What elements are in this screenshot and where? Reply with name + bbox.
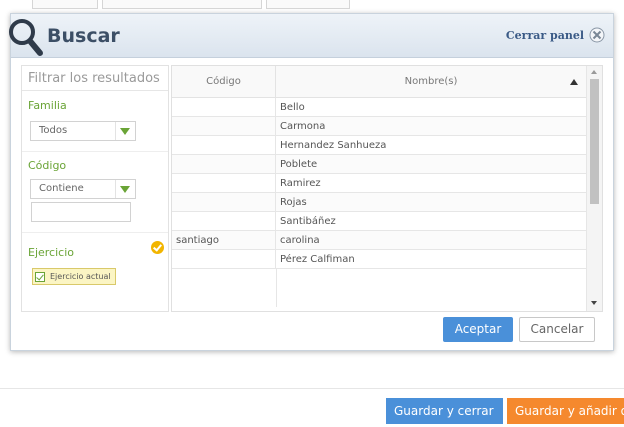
familia-select[interactable]: Todos — [30, 121, 136, 141]
column-header-nombre[interactable]: Nombre(s) — [276, 66, 586, 98]
search-panel: Buscar Cerrar panel Filtrar los resultad… — [9, 13, 614, 351]
save-add-button[interactable]: Guardar y añadir o — [507, 398, 624, 424]
familia-select-value: Todos — [39, 125, 68, 136]
table-row[interactable]: santiago carolina — [172, 231, 586, 250]
close-panel-button[interactable]: Cerrar panel — [506, 26, 605, 44]
cell-codigo — [172, 98, 276, 117]
cell-codigo — [172, 193, 276, 212]
grid-rows: Bello Carmona Hernandez Sanhueza Poblete Ram… — [172, 98, 586, 307]
cancel-button[interactable]: Cancelar — [519, 317, 595, 342]
sort-ascending-icon — [570, 79, 578, 85]
cell-codigo: santiago — [172, 231, 276, 250]
table-row[interactable]: Pérez Calfiman — [172, 250, 586, 269]
table-row[interactable]: Ramirez — [172, 174, 586, 193]
codigo-label: Código — [28, 159, 67, 172]
ejercicio-actual-checkbox[interactable]: Ejercicio actual — [32, 268, 116, 285]
table-row[interactable]: Bello — [172, 98, 586, 117]
cell-nombre: carolina — [280, 235, 320, 246]
cell-codigo — [172, 250, 276, 269]
cell-nombre: Pérez Calfiman — [280, 254, 355, 265]
filter-column: Filtrar los resultados Familia Todos Cód… — [21, 65, 169, 312]
codigo-operator-select[interactable]: Contiene — [30, 179, 136, 199]
close-panel-label: Cerrar panel — [505, 28, 584, 42]
column-header-codigo[interactable]: Código — [172, 66, 276, 98]
chevron-down-icon — [115, 180, 133, 198]
familia-label: Familia — [28, 99, 67, 112]
cell-codigo — [172, 136, 276, 155]
panel-title: Buscar — [47, 25, 120, 47]
table-row[interactable]: Santibáñez — [172, 212, 586, 231]
cell-nombre: Carmona — [280, 121, 326, 132]
table-row[interactable]: Carmona — [172, 117, 586, 136]
filter-title: Filtrar los resultados — [22, 66, 168, 91]
filter-ejercicio: Ejercicio Ejercicio actual — [22, 234, 168, 306]
table-row[interactable]: Hernandez Sanhueza — [172, 136, 586, 155]
save-close-button[interactable]: Guardar y cerrar — [386, 398, 503, 424]
cell-codigo — [172, 117, 276, 136]
column-divider — [276, 269, 277, 307]
grid-empty-space — [172, 269, 586, 307]
results-grid: Código Nombre(s) Bello Carmona Hernandez S… — [171, 65, 603, 312]
checkbox-checked-icon — [35, 271, 45, 282]
cell-codigo — [172, 212, 276, 231]
background-field — [32, 0, 98, 9]
background-page-top — [0, 0, 624, 12]
panel-header: Buscar Cerrar panel — [9, 14, 613, 58]
scroll-thumb[interactable] — [590, 79, 599, 204]
background-field — [266, 0, 350, 9]
table-row[interactable]: Poblete — [172, 155, 586, 174]
ejercicio-actual-label: Ejercicio actual — [50, 272, 111, 281]
cell-nombre: Rojas — [280, 197, 307, 208]
accept-button[interactable]: Aceptar — [443, 317, 513, 342]
background-field — [102, 0, 262, 9]
cell-nombre: Ramirez — [280, 178, 321, 189]
ejercicio-label: Ejercicio — [28, 246, 74, 259]
filter-codigo: Código Contiene — [22, 153, 168, 233]
scroll-up-icon[interactable] — [591, 70, 597, 74]
scroll-down-icon[interactable] — [591, 301, 597, 305]
footer-divider — [0, 388, 624, 389]
check-icon — [151, 241, 164, 254]
table-row[interactable]: Rojas — [172, 193, 586, 212]
close-icon — [589, 27, 605, 43]
chevron-down-icon — [115, 122, 133, 140]
codigo-input[interactable] — [31, 202, 131, 222]
grid-header: Código Nombre(s) — [172, 66, 586, 98]
cell-nombre: Santibáñez — [280, 216, 336, 227]
cell-nombre: Bello — [280, 102, 305, 113]
column-header-nombre-label: Nombre(s) — [404, 76, 458, 87]
cell-nombre: Poblete — [280, 159, 318, 170]
cell-codigo — [172, 155, 276, 174]
cell-nombre: Hernandez Sanhueza — [280, 140, 387, 151]
filter-familia: Familia Todos — [22, 92, 168, 152]
codigo-operator-value: Contiene — [39, 183, 84, 194]
cell-codigo — [172, 174, 276, 193]
search-icon — [9, 19, 43, 56]
grid-scrollbar[interactable] — [586, 66, 602, 311]
